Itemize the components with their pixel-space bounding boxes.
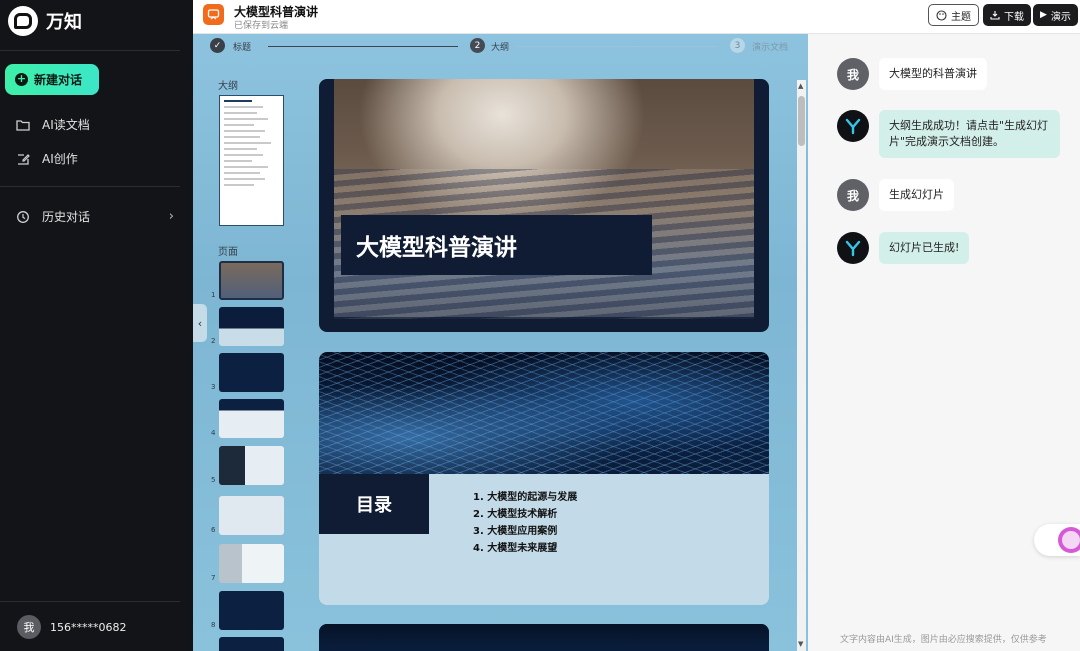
page-thumbnail[interactable]: [219, 261, 284, 300]
page-number: 8: [211, 621, 216, 629]
chat-message-bot: 大纲生成成功！请点击"生成幻灯片"完成演示文档创建。: [837, 110, 1060, 158]
download-icon: [990, 11, 1000, 20]
new-chat-label: 新建对话: [34, 73, 83, 87]
present-button[interactable]: ▶ 演示: [1033, 4, 1078, 26]
sidebar-item-ai-create[interactable]: AI创作: [16, 150, 174, 167]
editor-area: ✓ 标题 2 大纲 3 演示文档 ‹ 大纲 页面 1 2 3 4 5 6 7 8…: [193, 34, 808, 651]
sidebar-item-label: AI创作: [42, 152, 78, 166]
download-button[interactable]: 下载: [983, 4, 1031, 26]
history-icon: [17, 210, 29, 223]
user-phone: 156*****0682: [50, 620, 127, 634]
sidebar-item-label: AI读文档: [42, 118, 90, 132]
step-label: 大纲: [491, 43, 510, 53]
chat-panel: 我 大模型的科普演讲 大纲生成成功！请点击"生成幻灯片"完成演示文档创建。 我 …: [808, 34, 1080, 651]
editor-scrollbar[interactable]: ▲ ▼: [797, 80, 806, 651]
page-number: 2: [211, 337, 216, 345]
new-chat-button[interactable]: + 新建对话: [5, 64, 99, 95]
presentation-icon: [203, 4, 224, 25]
bot-logo-icon: [837, 110, 869, 142]
message-bubble: 幻灯片已生成!: [879, 232, 970, 264]
sidebar-divider: [0, 186, 180, 187]
slide-next[interactable]: [319, 624, 769, 651]
chevron-right-icon: ›: [168, 209, 174, 224]
slide-title-text[interactable]: 大模型科普演讲: [341, 215, 652, 275]
outline-thumbnail[interactable]: [219, 95, 284, 226]
save-status: 已保存到云端: [234, 21, 289, 31]
page-number: 3: [211, 383, 216, 391]
bot-logo-icon: [837, 232, 869, 264]
page-thumbnail[interactable]: [219, 307, 284, 346]
message-bubble: 生成幻灯片: [879, 179, 954, 211]
brand-logo-icon: [8, 6, 38, 36]
step-label: 标题: [233, 43, 252, 53]
toc-item[interactable]: 2. 大模型技术解析: [473, 505, 577, 522]
page-thumbnail[interactable]: [219, 544, 284, 583]
download-label: 下载: [1004, 11, 1024, 23]
chat-message-user: 我 大模型的科普演讲: [837, 58, 987, 90]
message-bubble: 大纲生成成功！请点击"生成幻灯片"完成演示文档创建。: [879, 110, 1060, 158]
sidebar-divider: [0, 50, 180, 51]
collapse-panel-button[interactable]: ‹: [193, 304, 207, 342]
plus-icon: +: [15, 72, 28, 86]
network-wave-image: [319, 352, 769, 474]
step-connector: [268, 46, 458, 47]
page-number: 1: [211, 291, 216, 299]
page-number: 5: [211, 476, 216, 484]
edit-icon: [18, 153, 30, 165]
page-thumbnail[interactable]: [219, 446, 284, 485]
page-number: 7: [211, 574, 216, 582]
folder-icon: [16, 119, 30, 131]
page-number: 6: [211, 526, 216, 534]
toc-list: 1. 大模型的起源与发展 2. 大模型技术解析 3. 大模型应用案例 4. 大模…: [473, 488, 577, 556]
ai-disclaimer: 文字内容由AI生成，图片由必应搜索提供，仅供参考: [840, 635, 1047, 645]
brand[interactable]: 万知: [8, 6, 82, 36]
present-label: 演示: [1050, 11, 1071, 23]
page-thumbnail[interactable]: [219, 496, 284, 535]
message-bubble: 大模型的科普演讲: [879, 58, 987, 90]
avatar: 我: [837, 58, 869, 90]
assistant-float-button[interactable]: [1034, 524, 1080, 556]
chat-message-bot: 幻灯片已生成!: [837, 232, 970, 264]
sidebar-divider: [0, 601, 180, 602]
brand-name: 万知: [46, 12, 82, 33]
slide-toc[interactable]: 目录 1. 大模型的起源与发展 2. 大模型技术解析 3. 大模型应用案例 4.…: [319, 352, 769, 605]
toc-item[interactable]: 1. 大模型的起源与发展: [473, 488, 577, 505]
step-number: 2: [470, 38, 485, 53]
sidebar-item-label: 历史对话: [42, 210, 91, 224]
sidebar-item-history[interactable]: 历史对话 ›: [16, 208, 174, 225]
step-connector: [518, 46, 718, 47]
pages-label: 页面: [218, 247, 238, 258]
lecture-hall-image: [334, 79, 754, 319]
sidebar: 万知 + 新建对话 AI读文档 AI创作 历史对话 › 我 156*****06…: [0, 0, 193, 651]
page-thumbnail[interactable]: [219, 591, 284, 630]
step-number: 3: [730, 38, 745, 53]
scroll-up-icon[interactable]: ▲: [798, 82, 803, 90]
page-thumbnail[interactable]: [219, 399, 284, 438]
page-thumbnail[interactable]: [219, 353, 284, 392]
toc-heading[interactable]: 目录: [319, 474, 429, 534]
step-label: 演示文档: [752, 43, 789, 53]
theme-label: 主题: [951, 11, 971, 23]
scroll-down-icon[interactable]: ▼: [798, 640, 803, 648]
progress-steps: ✓ 标题 2 大纲 3 演示文档: [193, 34, 808, 58]
play-icon: ▶: [1040, 10, 1047, 20]
avatar: 我: [837, 179, 869, 211]
toc-item[interactable]: 4. 大模型未来展望: [473, 539, 577, 556]
user-profile[interactable]: 我 156*****0682: [17, 615, 127, 639]
header: 大模型科普演讲 已保存到云端 主题 下载 ▶ 演示: [193, 0, 1080, 34]
theme-button[interactable]: 主题: [928, 4, 979, 26]
scrollbar-thumb[interactable]: [798, 96, 805, 146]
avatar: 我: [17, 615, 41, 639]
toc-item[interactable]: 3. 大模型应用案例: [473, 522, 577, 539]
page-number: 4: [211, 429, 216, 437]
slide-title[interactable]: 大模型科普演讲: [319, 79, 769, 332]
chevron-left-icon: ‹: [197, 316, 203, 330]
page-thumbnail[interactable]: [219, 637, 284, 651]
palette-icon: [936, 9, 947, 21]
chat-message-user: 我 生成幻灯片: [837, 179, 954, 211]
step-done-icon: ✓: [210, 38, 225, 53]
outline-label: 大纲: [218, 81, 238, 92]
sidebar-item-ai-read-doc[interactable]: AI读文档: [16, 116, 174, 133]
